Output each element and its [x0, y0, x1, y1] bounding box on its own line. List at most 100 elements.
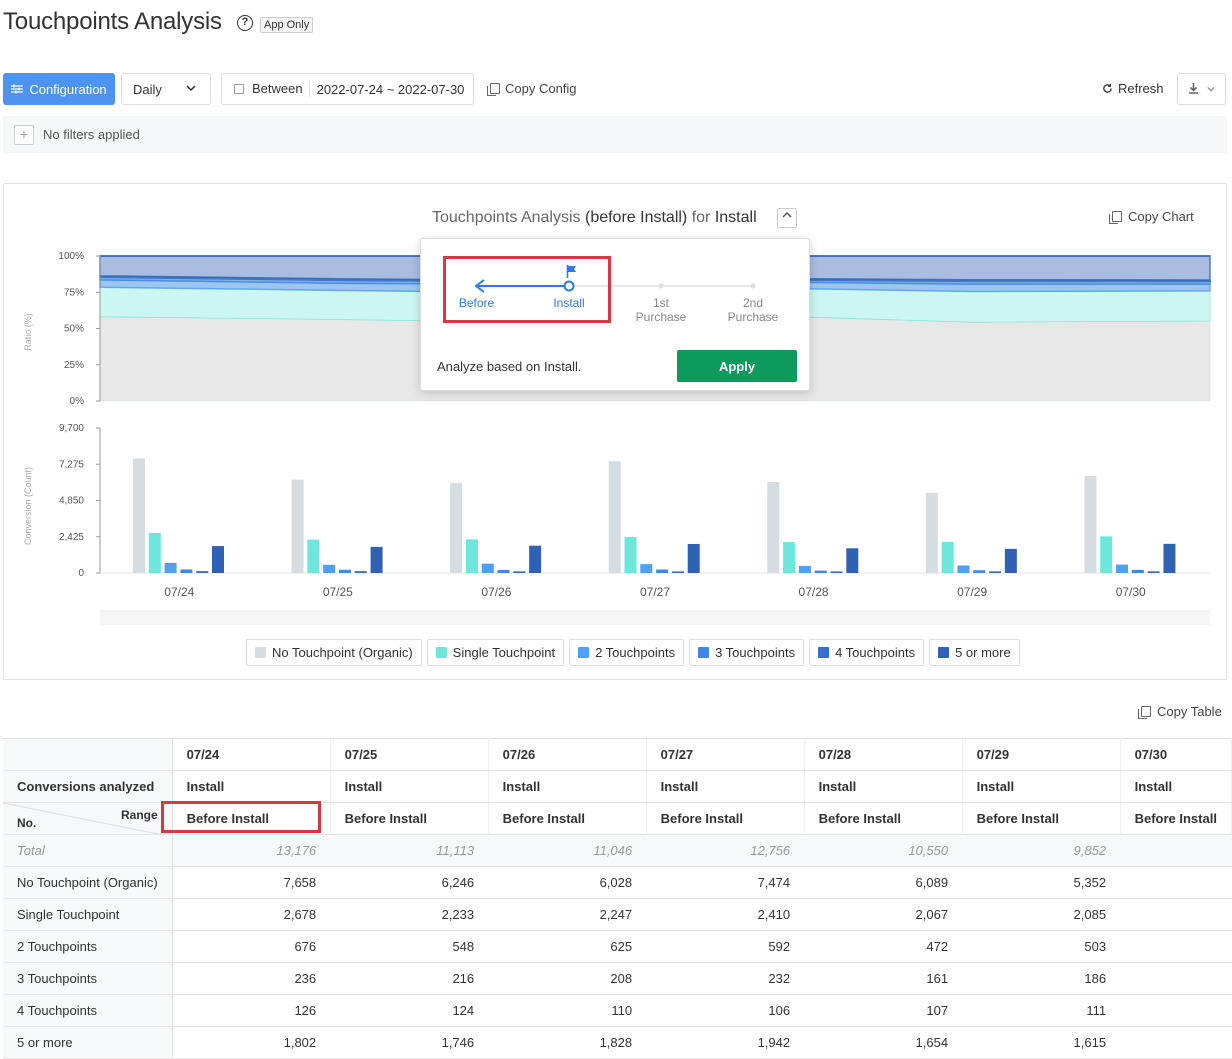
count-bar [830, 571, 843, 573]
count-bar [1131, 569, 1144, 573]
row-label: 5 or more [3, 1026, 173, 1059]
table-cell: 592 [646, 930, 805, 963]
table-cell [1120, 898, 1232, 931]
table-cell: 6,089 [804, 866, 963, 899]
range-value: Before Install [330, 802, 489, 835]
table-cell [1120, 1026, 1232, 1059]
count-bar [1004, 548, 1017, 573]
table-cell: 186 [962, 962, 1121, 995]
date-header: 07/29 [962, 738, 1121, 771]
legend-label: Single Touchpoint [452, 645, 556, 660]
count-bar [133, 458, 145, 573]
count-tick-label: 7,275 [59, 459, 84, 470]
table-row-total: Total 13,176 11,113 11,046 12,756 10,550… [3, 834, 1232, 867]
copy-table-button[interactable]: Copy Table [1138, 704, 1222, 719]
selected-range-highlight [161, 801, 321, 833]
count-bar [1100, 536, 1113, 573]
range-value: Before Install [488, 802, 647, 835]
table-row: 2 Touchpoints 676 548 625 592 472 503 [3, 930, 1232, 963]
legend-swatch [938, 647, 950, 658]
legend-item[interactable]: No Touchpoint (Organic) [246, 639, 422, 666]
table-row: Single Touchpoint 2,678 2,233 2,247 2,410 2,0… [3, 898, 1232, 931]
table-cell [1120, 962, 1232, 995]
range-value: Before Install [1120, 802, 1232, 835]
total-cell: 13,176 [172, 834, 331, 867]
step-1st-purchase[interactable]: 1st Purchase [631, 296, 691, 324]
table-cell: 232 [646, 962, 805, 995]
count-bar [989, 571, 1002, 573]
table-row: 5 or more 1,802 1,746 1,828 1,942 1,654 1,615 [3, 1026, 1232, 1059]
legend-item[interactable]: 5 or more [929, 639, 1020, 666]
count-bar [814, 570, 827, 573]
count-bar [1147, 571, 1160, 573]
ratio-tick-label: 0% [70, 396, 85, 407]
count-bar [846, 548, 859, 573]
x-tick-label: 07/29 [957, 585, 987, 599]
count-bar [370, 546, 383, 573]
legend-label: 2 Touchpoints [595, 645, 676, 660]
chart-legend: No Touchpoint (Organic) Single Touchpoint… [246, 639, 1020, 666]
ratio-axis-label: Ratio (%) [23, 313, 33, 351]
count-axis-label: Conversion (Count) [23, 467, 33, 545]
table-cell: 216 [330, 962, 489, 995]
count-bar [1116, 564, 1129, 573]
conversion-event: Install [488, 770, 647, 803]
count-bar [687, 543, 700, 573]
count-bar [148, 532, 161, 573]
count-bar [291, 479, 304, 573]
table-row: No Touchpoint (Organic) 7,658 6,246 6,028 7,… [3, 866, 1232, 899]
date-header: 07/28 [804, 738, 963, 771]
ratio-tick-label: 100% [58, 251, 84, 262]
table-cell: 2,678 [172, 898, 331, 931]
table-cell: 124 [330, 994, 489, 1027]
step-2nd-purchase[interactable]: 2nd Purchase [722, 296, 784, 324]
table-cell: 1,654 [804, 1026, 963, 1059]
table-cell: 107 [804, 994, 963, 1027]
legend-label: 5 or more [955, 645, 1011, 660]
table-cell: 2,067 [804, 898, 963, 931]
table-cell: 236 [172, 962, 331, 995]
conversion-event: Install [330, 770, 489, 803]
table-header-dates: 07/24 07/25 07/26 07/27 07/28 07/29 07/3… [3, 738, 1232, 771]
conversion-event: Install [1120, 770, 1232, 803]
x-tick-label: 07/24 [164, 585, 194, 599]
range-value: Before Install [646, 802, 805, 835]
copy-table-label: Copy Table [1157, 704, 1222, 719]
legend-swatch [698, 647, 710, 658]
ratio-tick-label: 50% [64, 324, 84, 335]
table-cell: 7,474 [646, 866, 805, 899]
no-label: No. [17, 816, 37, 830]
count-bar [180, 569, 193, 573]
legend-item[interactable]: 3 Touchpoints [689, 639, 805, 666]
legend-item[interactable]: 4 Touchpoints [809, 639, 925, 666]
conversion-event: Install [646, 770, 805, 803]
table-cell: 6,246 [330, 866, 489, 899]
table-cell: 7,658 [172, 866, 331, 899]
table-header-conversions: Conversions analyzed Install Install Ins… [3, 770, 1232, 803]
selection-highlight [443, 256, 611, 323]
table-cell: 2,410 [646, 898, 805, 931]
count-bar [354, 571, 367, 573]
table-cell: 126 [172, 994, 331, 1027]
count-bar [323, 564, 336, 573]
conversion-event: Install [962, 770, 1121, 803]
table-cell: 548 [330, 930, 489, 963]
row-label: 3 Touchpoints [3, 962, 173, 995]
date-header: 07/25 [330, 738, 489, 771]
count-bar [529, 545, 542, 573]
x-tick-label: 07/30 [1116, 585, 1146, 599]
legend-item[interactable]: Single Touchpoint [426, 639, 565, 666]
count-bar [497, 569, 510, 573]
table-row: 4 Touchpoints 126 124 110 106 107 111 [3, 994, 1232, 1027]
legend-item[interactable]: 2 Touchpoints [569, 639, 685, 666]
count-bar [481, 563, 494, 573]
table-cell: 472 [804, 930, 963, 963]
table-cell: 1,802 [172, 1026, 331, 1059]
total-label: Total [3, 834, 173, 867]
count-bar [212, 546, 224, 573]
table-cell: 106 [646, 994, 805, 1027]
table-cell: 625 [488, 930, 647, 963]
apply-button[interactable]: Apply [677, 350, 797, 382]
total-cell: 10,550 [804, 834, 963, 867]
table-cell [1120, 930, 1232, 963]
